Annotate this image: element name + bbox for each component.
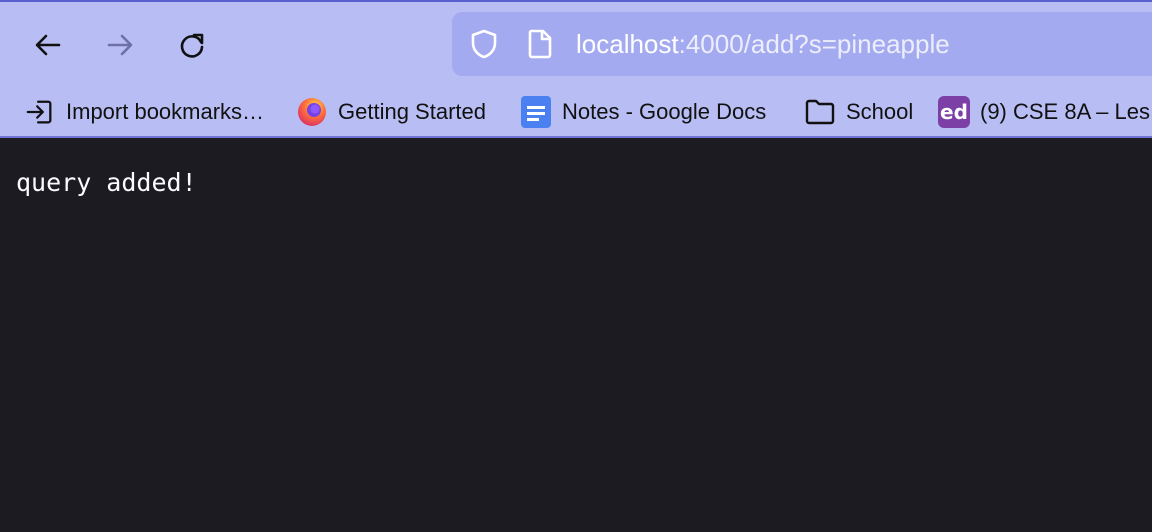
bookmark-google-docs[interactable]: Notes - Google Docs (520, 94, 766, 130)
bookmark-label: (9) CSE 8A – Les (980, 99, 1150, 124)
firefox-icon (296, 96, 328, 128)
url-host: localhost (576, 29, 679, 59)
bookmark-cse-8a[interactable]: ed (9) CSE 8A – Les (938, 94, 1150, 130)
bookmark-label: Notes - Google Docs (562, 99, 767, 124)
folder-icon (804, 96, 836, 128)
page-icon[interactable] (526, 28, 554, 60)
google-docs-icon (520, 96, 552, 128)
arrow-left-icon (35, 34, 61, 56)
back-button[interactable] (28, 25, 68, 65)
bookmark-label: School (846, 99, 914, 124)
bookmark-folder-school[interactable]: School (804, 94, 913, 130)
shield-icon[interactable] (468, 28, 500, 60)
forward-button[interactable] (100, 25, 140, 65)
page-content: query added! (0, 140, 1152, 532)
arrow-right-icon (107, 34, 133, 56)
reload-icon (180, 33, 204, 58)
import-icon (24, 96, 56, 128)
bookmark-getting-started[interactable]: Getting Started (296, 94, 486, 130)
bookmarks-toolbar: Import bookmarks… Getting Started Notes … (0, 86, 1152, 138)
address-bar[interactable]: localhost:4000/add?s=pineapple (452, 12, 1152, 76)
ed-icon: ed (938, 96, 970, 128)
bookmark-label: Import bookmarks… (66, 99, 265, 124)
bookmark-import[interactable]: Import bookmarks… (24, 94, 264, 130)
reload-button[interactable] (172, 25, 212, 65)
bookmark-label: Getting Started (338, 99, 486, 124)
url-path: :4000/add?s=pineapple (678, 29, 950, 59)
browser-toolbar: localhost:4000/add?s=pineapple (0, 0, 1152, 86)
response-text: query added! (16, 168, 197, 197)
url-text[interactable]: localhost:4000/add?s=pineapple (576, 27, 950, 61)
